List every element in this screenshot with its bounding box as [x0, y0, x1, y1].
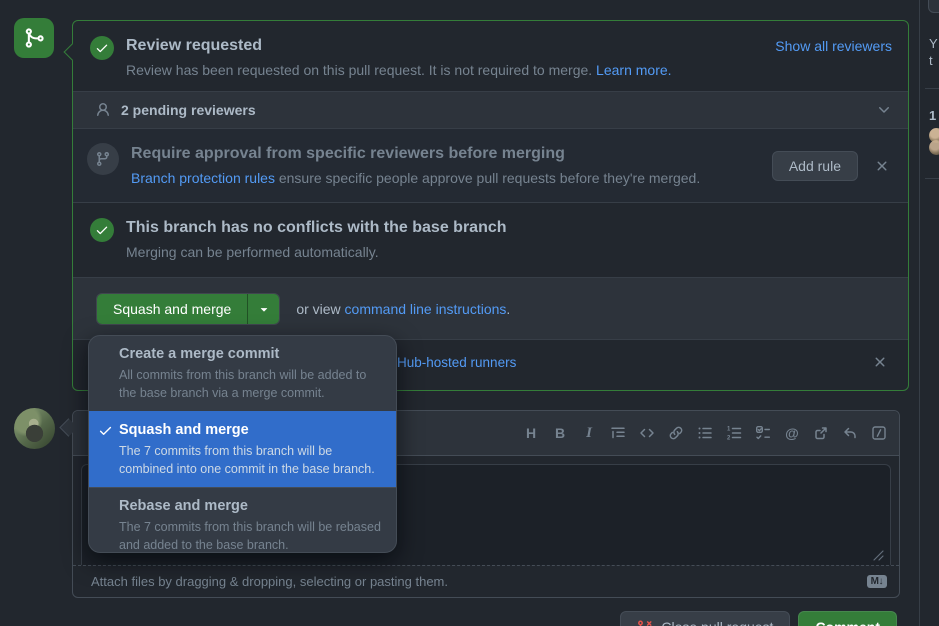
reviewer-avatar: [929, 140, 939, 155]
or-view-text: or view: [296, 301, 344, 317]
attach-files-row[interactable]: Attach files by dragging & dropping, sel…: [73, 565, 899, 597]
markdown-icon[interactable]: M↓: [867, 575, 887, 588]
bold-icon[interactable]: B: [552, 425, 568, 441]
markdown-toolbar: H B I 12 @: [523, 425, 887, 441]
review-requested-title: Review requested: [126, 36, 775, 56]
comment-actions-row: Close pull request Comment: [0, 611, 909, 626]
hosted-runners-link[interactable]: Hub-hosted runners: [397, 355, 516, 370]
menu-item-create-merge-commit[interactable]: Create a merge commit All commits from t…: [89, 336, 396, 411]
merge-options-caret-button[interactable]: [247, 294, 279, 324]
link-icon[interactable]: [668, 425, 684, 441]
sidebar-text-fragment: t: [929, 53, 933, 68]
squash-and-merge-button[interactable]: Squash and merge: [97, 294, 247, 324]
attach-files-hint: Attach files by dragging & dropping, sel…: [91, 574, 867, 589]
user-avatar: [14, 408, 55, 449]
merge-button-group: Squash and merge: [96, 293, 280, 325]
menu-item-title: Create a merge commit: [119, 345, 384, 364]
mention-icon[interactable]: @: [784, 425, 800, 441]
sidebar-text-fragment: Y: [929, 36, 938, 51]
review-requested-section: Review requested Review has been request…: [73, 21, 908, 91]
dismiss-protection-icon[interactable]: [872, 156, 892, 176]
check-circle-icon: [90, 218, 114, 242]
person-icon: [95, 102, 111, 118]
task-list-icon[interactable]: [755, 425, 771, 441]
pull-request-closed-icon: [637, 619, 653, 626]
ordered-list-icon[interactable]: 12: [726, 425, 742, 441]
no-conflicts-title: This branch has no conflicts with the ba…: [126, 218, 507, 238]
no-conflicts-section: This branch has no conflicts with the ba…: [73, 203, 908, 278]
comment-button[interactable]: Comment: [798, 611, 897, 626]
show-all-reviewers-link[interactable]: Show all reviewers: [775, 38, 892, 91]
pending-reviewers-label: 2 pending reviewers: [121, 102, 876, 118]
svg-text:2: 2: [727, 436, 731, 441]
branch-protection-description: ensure specific people approve pull requ…: [275, 170, 700, 186]
heading-icon[interactable]: H: [523, 425, 539, 441]
git-merge-badge: [14, 18, 54, 58]
sidebar-divider-line: [925, 178, 939, 179]
sidebar-divider-line: [925, 88, 939, 89]
review-requested-description: Review has been requested on this pull r…: [126, 62, 596, 78]
git-branch-icon: [87, 143, 119, 175]
unordered-list-icon[interactable]: [697, 425, 713, 441]
sidebar-sliver: Y t 1: [925, 0, 939, 626]
branch-protection-section: Require approval from specific reviewers…: [73, 129, 908, 203]
merge-action-bar: Squash and merge or view command line in…: [73, 278, 908, 340]
menu-item-description: All commits from this branch will be add…: [119, 366, 384, 402]
sidebar-divider: [919, 0, 920, 626]
chevron-down-icon[interactable]: [876, 102, 892, 118]
check-circle-icon: [90, 36, 114, 60]
italic-icon[interactable]: I: [581, 425, 597, 441]
check-icon: [98, 423, 113, 438]
no-conflicts-description: Merging can be performed automatically.: [126, 242, 507, 262]
add-rule-button[interactable]: Add rule: [772, 151, 858, 181]
close-pull-request-label: Close pull request: [661, 619, 773, 626]
pending-reviewers-row[interactable]: 2 pending reviewers: [73, 91, 908, 129]
menu-item-description: The 7 commits from this branch will be c…: [119, 442, 384, 478]
code-icon[interactable]: [639, 425, 655, 441]
close-pull-request-button[interactable]: Close pull request: [620, 611, 790, 626]
merge-options-dropdown: Create a merge commit All commits from t…: [88, 335, 397, 553]
command-line-instructions-link[interactable]: command line instructions: [345, 301, 507, 317]
menu-item-title: Squash and merge: [119, 421, 384, 440]
branch-protection-title: Require approval from specific reviewers…: [131, 144, 760, 164]
dismiss-notice-icon[interactable]: [870, 352, 890, 372]
slash-command-icon[interactable]: [871, 425, 887, 441]
menu-item-description: The 7 commits from this branch will be r…: [119, 518, 384, 553]
sidebar-cropped-control: [928, 0, 939, 13]
git-merge-icon: [23, 27, 45, 49]
cross-reference-icon[interactable]: [813, 425, 829, 441]
learn-more-link[interactable]: Learn more.: [596, 62, 671, 78]
svg-text:1: 1: [727, 427, 731, 433]
quote-icon[interactable]: [610, 425, 626, 441]
resize-grip-icon[interactable]: [873, 550, 884, 561]
reply-icon[interactable]: [842, 425, 858, 441]
menu-item-title: Rebase and merge: [119, 497, 384, 516]
menu-item-rebase-and-merge[interactable]: Rebase and merge The 7 commits from this…: [89, 487, 396, 553]
menu-item-squash-and-merge[interactable]: Squash and merge The 7 commits from this…: [89, 411, 396, 487]
sidebar-text-fragment: 1: [929, 108, 936, 123]
period-text: .: [506, 301, 510, 317]
branch-protection-rules-link[interactable]: Branch protection rules: [131, 170, 275, 186]
